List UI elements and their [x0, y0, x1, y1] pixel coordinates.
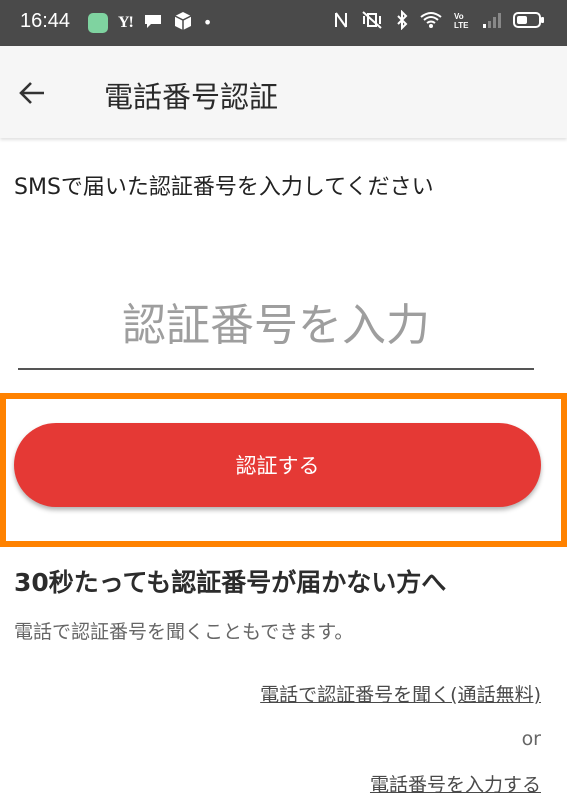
page-title: 電話番号認証	[104, 80, 279, 114]
instruction-text: SMSで届いた認証番号を入力してください	[14, 175, 434, 200]
svg-text:LTE: LTE	[454, 21, 469, 30]
bluetooth-icon	[395, 10, 409, 30]
arrow-left-icon	[19, 82, 44, 104]
verification-code-input[interactable]	[18, 290, 534, 370]
volte-icon: Vo LTE	[453, 10, 471, 30]
notification-icons: Y! •	[88, 11, 212, 35]
yahoo-icon: Y!	[118, 14, 134, 31]
or-separator: or	[521, 728, 541, 750]
svg-text:Vo: Vo	[454, 12, 464, 21]
enter-phone-number-link[interactable]: 電話番号を入力する	[370, 770, 541, 797]
help-text: 電話で認証番号を聞くこともできます。	[14, 621, 354, 643]
system-icons: Vo LTE	[333, 10, 545, 30]
help-heading: 30秒たっても認証番号が届かない方へ	[14, 568, 447, 597]
signal-icon	[482, 11, 502, 29]
status-time: 16:44	[20, 10, 71, 32]
back-button[interactable]	[14, 75, 50, 111]
chat-icon	[143, 13, 163, 33]
mute-vibrate-icon	[360, 10, 384, 30]
status-bar: 16:44 Y! • Vo LTE	[0, 0, 567, 46]
wifi-icon	[420, 11, 442, 29]
app-icon	[88, 13, 108, 33]
nfc-icon	[333, 10, 349, 30]
package-icon	[173, 11, 193, 35]
dot-icon: •	[202, 13, 213, 32]
verify-button[interactable]: 認証する	[14, 423, 541, 507]
app-bar: 電話番号認証	[0, 46, 567, 138]
battery-icon	[513, 11, 545, 29]
call-for-code-link[interactable]: 電話で認証番号を聞く(通話無料)	[260, 680, 541, 707]
